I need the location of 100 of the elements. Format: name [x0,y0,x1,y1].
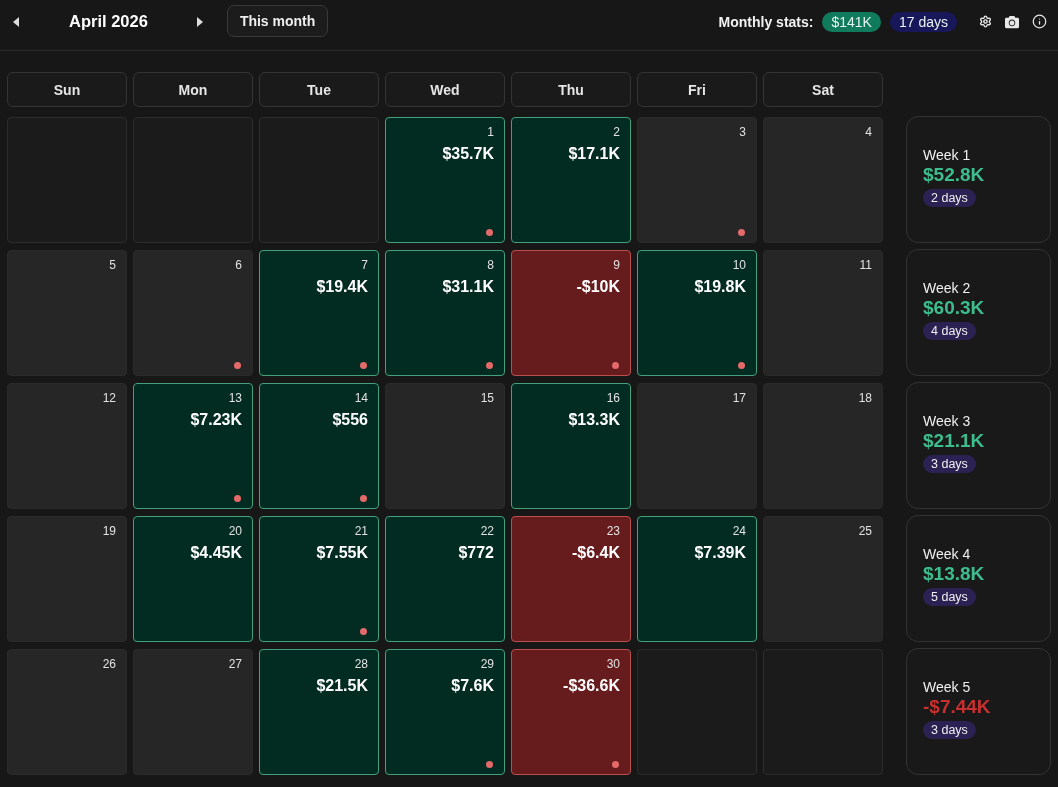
week-days-badge: 4 days [923,321,976,340]
day-pnl-amount: -$10K [576,276,620,296]
day-cell[interactable]: 20 $4.45K [133,515,253,642]
monthly-pnl-badge: $141K [822,11,881,32]
day-number: 28 [354,656,368,671]
weekday-header: Thu [511,72,631,107]
week-pnl-amount: -$7.44K [923,695,991,718]
month-title: April 2026 [69,12,148,31]
day-pnl-amount: $7.23K [190,409,242,429]
week-days-badge: 2 days [923,188,976,207]
day-number: 8 [487,257,494,272]
day-cell[interactable]: 30 -$36.6K [511,648,631,775]
day-cell[interactable]: 13 $7.23K [133,382,253,509]
day-pnl-amount: $7.55K [316,542,368,562]
day-number: 7 [361,257,368,272]
day-cell[interactable]: 5 [7,249,127,376]
day-cell[interactable]: 12 [7,382,127,509]
week-days-badge: 3 days [923,720,976,739]
week-days-badge: 3 days [923,454,976,473]
day-number: 15 [480,390,494,405]
day-cell[interactable]: 22 $772 [385,515,505,642]
day-number: 30 [606,656,620,671]
day-cell[interactable]: 21 $7.55K [259,515,379,642]
day-pnl-amount: $13.3K [568,409,620,429]
day-number: 3 [739,124,746,139]
week-pnl-amount: $60.3K [923,296,985,319]
day-cell[interactable]: 14 $556 [259,382,379,509]
day-cell[interactable]: 19 [7,515,127,642]
this-month-button[interactable]: This month [226,4,329,37]
day-number: 13 [228,390,242,405]
weekday-header: Sun [7,72,127,107]
camera-button[interactable] [1005,14,1019,29]
settings-button[interactable] [979,15,992,28]
day-cell[interactable]: 15 [385,382,505,509]
week-pnl-amount: $21.1K [923,429,985,452]
day-cell[interactable]: 25 [763,515,883,642]
info-icon [1032,14,1047,29]
week-label: Week 1 [923,146,971,164]
day-number: 18 [858,390,872,405]
week-days-badge: 5 days [923,587,976,606]
day-number: 1 [487,124,494,139]
day-cell[interactable]: 17 [637,382,757,509]
week-pnl-amount: $52.8K [923,163,985,186]
day-pnl-amount: $772 [458,542,494,562]
day-number: 25 [858,523,872,538]
weekday-header: Mon [133,72,253,107]
settings-icon [979,15,992,28]
day-cell[interactable]: 28 $21.5K [259,648,379,775]
day-cell[interactable]: 16 $13.3K [511,382,631,509]
day-number: 23 [606,523,620,538]
day-pnl-amount: $556 [332,409,368,429]
day-pnl-amount: $31.1K [442,276,494,296]
weekday-header: Tue [259,72,379,107]
day-number: 4 [865,124,872,139]
day-number: 19 [102,523,116,538]
day-pnl-amount: $21.5K [316,675,368,695]
caret-left-icon [13,16,19,27]
day-cell[interactable]: 26 [7,648,127,775]
day-number: 20 [228,523,242,538]
caret-right-icon [196,16,203,27]
week-label: Week 2 [923,279,971,297]
day-cell[interactable]: 4 [763,116,883,243]
day-cell[interactable]: 10 $19.8K [637,249,757,376]
day-pnl-amount: $7.39K [694,542,746,562]
day-cell[interactable]: 6 [133,249,253,376]
day-cell[interactable]: 3 [637,116,757,243]
day-cell[interactable]: 7 $19.4K [259,249,379,376]
info-button[interactable] [1032,14,1047,29]
day-number: 24 [732,523,746,538]
day-number: 5 [109,257,116,272]
day-number: 17 [732,390,746,405]
day-cell[interactable]: 18 [763,382,883,509]
day-number: 27 [228,656,242,671]
day-cell[interactable]: 2 $17.1K [511,116,631,243]
trading-days-badge: 17 days [889,11,957,32]
day-pnl-amount: -$6.4K [571,542,620,562]
day-number: 10 [732,257,746,272]
day-number: 16 [606,390,620,405]
day-cell[interactable]: 24 $7.39K [637,515,757,642]
day-number: 29 [480,656,494,671]
day-pnl-amount: $19.8K [694,276,746,296]
day-cell[interactable]: 23 -$6.4K [511,515,631,642]
weekday-header: Sat [763,72,883,107]
week-label: Week 5 [923,678,971,696]
day-pnl-amount: $35.7K [442,143,494,163]
week-pnl-amount: $13.8K [923,562,985,585]
day-cell[interactable]: 29 $7.6K [385,648,505,775]
day-cell[interactable]: 11 [763,249,883,376]
week-label: Week 3 [923,412,971,430]
day-cell[interactable]: 9 -$10K [511,249,631,376]
day-cell[interactable]: 27 [133,648,253,775]
day-cell[interactable]: 1 $35.7K [385,116,505,243]
day-pnl-amount: $17.1K [568,143,620,163]
day-pnl-amount: $19.4K [316,276,368,296]
day-pnl-amount: $7.6K [451,675,494,695]
weekday-header: Fri [637,72,757,107]
day-pnl-amount: $4.45K [190,542,242,562]
day-cell[interactable]: 8 $31.1K [385,249,505,376]
day-number: 9 [613,257,620,272]
day-pnl-amount: -$36.6K [563,675,620,695]
